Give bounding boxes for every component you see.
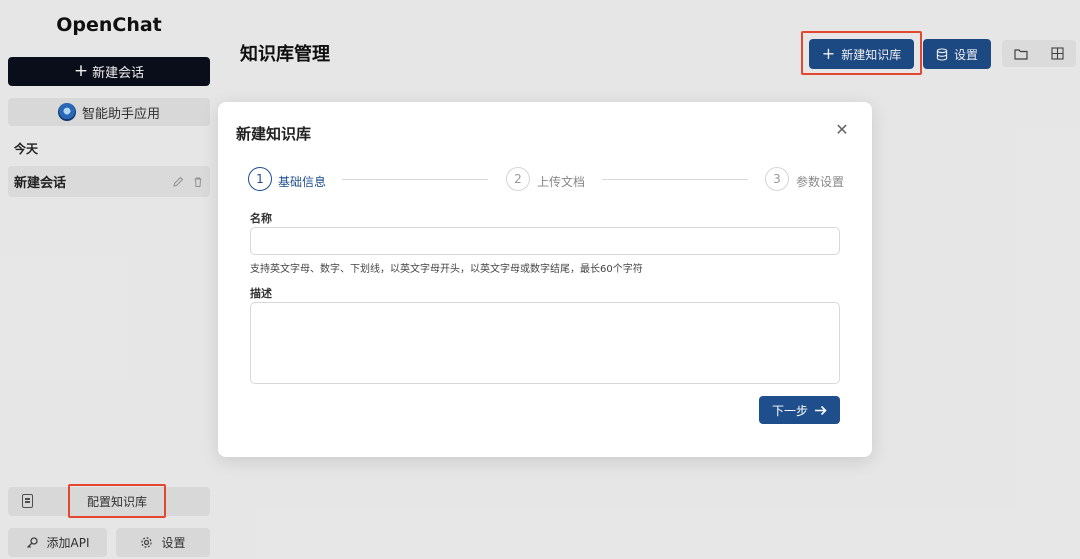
modal-title: 新建知识库 — [236, 125, 312, 143]
close-icon[interactable]: ✕ — [834, 122, 850, 138]
description-input[interactable] — [250, 302, 840, 384]
step-2-label: 上传文档 — [537, 175, 586, 189]
name-hint: 支持英文字母、数字、下划线，以英文字母开头，以英文字母或数字结尾，最长60个字符 — [250, 264, 643, 275]
highlight-box-new-kb — [801, 31, 922, 75]
step-connector — [602, 179, 748, 180]
step-1-label: 基础信息 — [278, 175, 327, 189]
step-1-indicator: 1 — [248, 167, 272, 191]
arrow-right-icon — [815, 405, 827, 415]
next-step-button[interactable]: 下一步 — [759, 396, 840, 424]
step-connector — [342, 179, 488, 180]
new-kb-modal: 新建知识库 ✕ 1 基础信息 2 上传文档 3 参数设置 名称 支持英文字母、数… — [218, 102, 872, 457]
name-field-label: 名称 — [250, 212, 272, 225]
name-input[interactable] — [250, 227, 840, 255]
step-3-label: 参数设置 — [796, 175, 845, 189]
description-field-label: 描述 — [250, 287, 272, 300]
next-step-label: 下一步 — [771, 403, 808, 418]
highlight-box-kb-config — [68, 484, 166, 518]
step-3-indicator: 3 — [765, 167, 789, 191]
step-2-indicator: 2 — [506, 167, 530, 191]
